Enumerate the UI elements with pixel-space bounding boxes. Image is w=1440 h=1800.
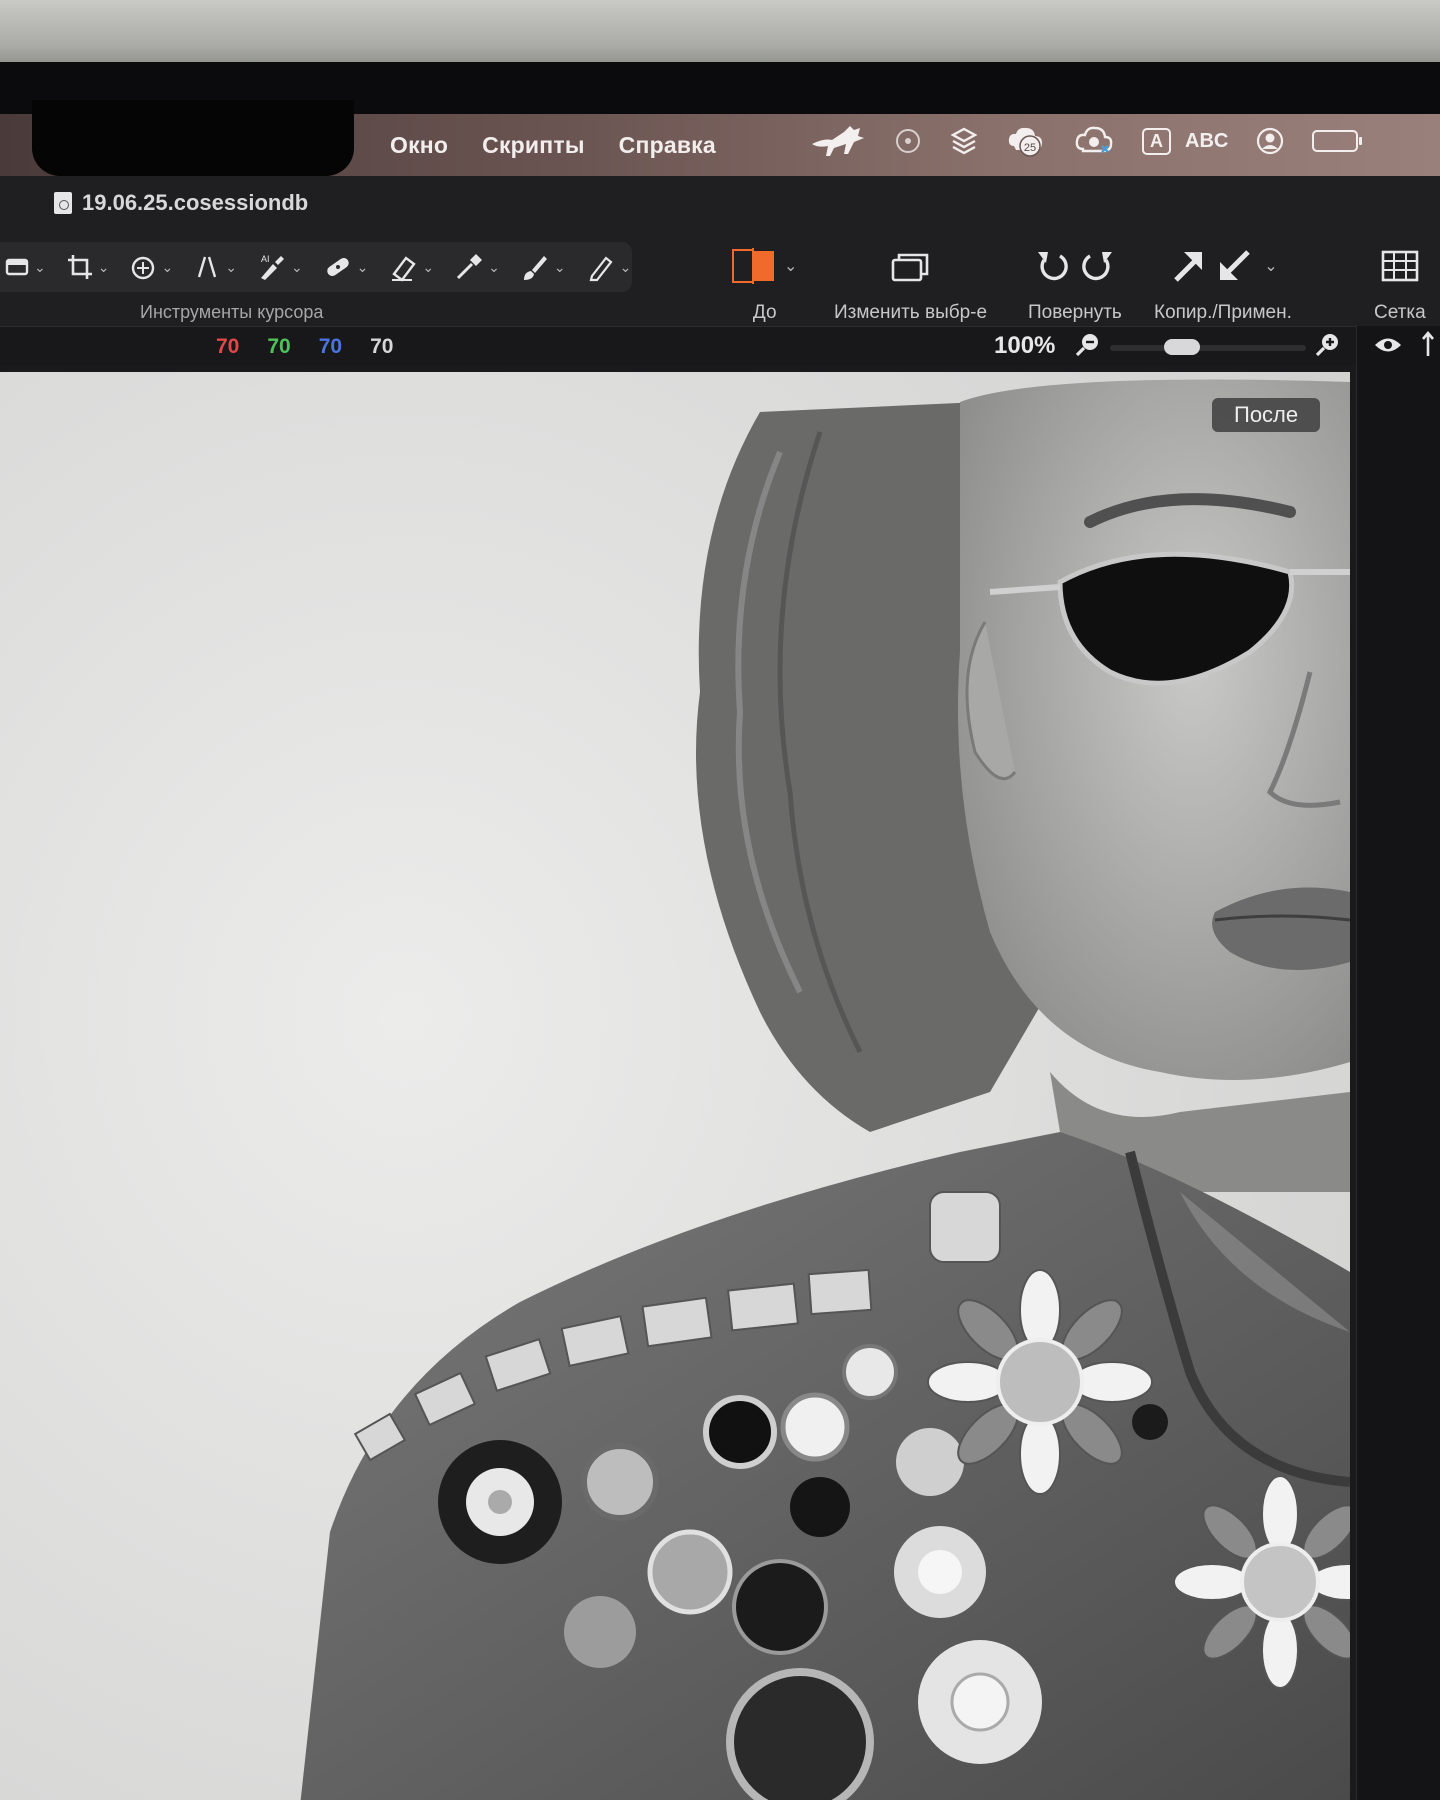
- arrow-up-icon[interactable]: [1421, 330, 1435, 365]
- camera-notch: [32, 100, 354, 176]
- before-after-button[interactable]: ⌄ До: [732, 240, 797, 324]
- layers-icon[interactable]: [950, 126, 978, 156]
- red-value: 70: [216, 335, 240, 358]
- info-bar: 70 70 70 70 100%: [0, 326, 1440, 367]
- battery-icon[interactable]: [1312, 130, 1363, 152]
- change-selection-button[interactable]: Изменить выбр-е: [834, 240, 987, 324]
- cloud-sync-icon[interactable]: [1074, 124, 1114, 158]
- input-source-label: ABC: [1185, 129, 1229, 152]
- stacked-windows-icon: [891, 253, 928, 282]
- menu-scripts[interactable]: Скрипты: [482, 132, 585, 159]
- change-selection-label: Изменить выбр-е: [834, 302, 988, 323]
- keystone-tool-icon[interactable]: ⌄: [193, 253, 237, 281]
- titlebar: 19.06.25.cosessiondb: [0, 176, 1440, 226]
- healing-tool-icon[interactable]: ⌄: [323, 252, 368, 282]
- right-panel-strip: [1356, 326, 1440, 1800]
- luma-value: 70: [370, 335, 394, 358]
- before-after-icon: [732, 248, 774, 284]
- notification-icon[interactable]: 25: [1006, 124, 1046, 158]
- chevron-down-icon[interactable]: ⌄: [784, 256, 797, 276]
- document-title-text: 19.06.25.cosessiondb: [82, 190, 309, 215]
- svg-text:AI: AI: [261, 254, 270, 264]
- rotate-left-icon[interactable]: [1032, 246, 1072, 286]
- rotate-tool-icon[interactable]: ⌄: [129, 253, 173, 281]
- eraser-tool-icon[interactable]: ⌄: [388, 252, 434, 282]
- copy-apply-buttons: ⌄ Копир./Примен.: [1154, 240, 1292, 324]
- document-title: 19.06.25.cosessiondb: [54, 190, 308, 216]
- green-value: 70: [267, 335, 291, 358]
- document-icon: [54, 192, 72, 214]
- color-readout: 70 70 70 70: [216, 335, 421, 359]
- cursor-tools-label: Инструменты курсора: [140, 302, 324, 322]
- crop-tool-icon[interactable]: ⌄: [66, 253, 109, 281]
- eye-icon[interactable]: [1373, 334, 1403, 363]
- capture-one-window: 19.06.25.cosessiondb ⌄ ⌄ ⌄ ⌄ AI ⌄ ⌄ ⌄ ⌄ ⌄: [0, 176, 1440, 1800]
- apply-arrow-icon[interactable]: [1214, 246, 1254, 286]
- menu-window[interactable]: Окно: [390, 132, 448, 159]
- user-account-icon[interactable]: [1256, 127, 1284, 155]
- rotate-right-icon[interactable]: [1078, 246, 1118, 286]
- main-toolbar: ⌄ ⌄ ⌄ ⌄ AI ⌄ ⌄ ⌄ ⌄ ⌄ ⌄ Инструменты курсор…: [0, 226, 1440, 326]
- chevron-down-icon[interactable]: ⌄: [1264, 256, 1277, 276]
- ai-brush-icon[interactable]: AI ⌄: [257, 252, 303, 282]
- portrait-image: [0, 372, 1350, 1800]
- image-viewer[interactable]: После: [0, 366, 1356, 1800]
- rotate-label: Повернуть: [1028, 302, 1122, 323]
- before-after-label: До: [752, 302, 777, 323]
- brush-tool-icon[interactable]: ⌄: [520, 252, 566, 282]
- menu-help[interactable]: Справка: [619, 132, 716, 159]
- grid-label: Сетка: [1374, 302, 1426, 323]
- copy-apply-label: Копир./Примен.: [1154, 302, 1292, 323]
- grid-button[interactable]: Сетка: [1374, 240, 1426, 324]
- zoom-level[interactable]: 100%: [994, 332, 1055, 360]
- circle-status-icon[interactable]: [894, 127, 922, 155]
- grid-icon: [1381, 250, 1419, 282]
- after-label-badge: После: [1212, 398, 1321, 432]
- blue-value: 70: [318, 335, 343, 358]
- copy-arrow-icon[interactable]: [1168, 246, 1208, 286]
- photo[interactable]: После: [0, 372, 1350, 1800]
- zoom-out-icon[interactable]: [1074, 331, 1102, 366]
- zoom-slider-thumb[interactable]: [1164, 339, 1200, 355]
- rotate-buttons: Повернуть: [1028, 240, 1122, 324]
- pen-tool-icon[interactable]: ⌄: [586, 252, 631, 282]
- eyedropper-tool-icon[interactable]: ⌄: [454, 252, 500, 282]
- notification-badge-text: 25: [1024, 142, 1036, 154]
- select-tool[interactable]: ⌄: [4, 254, 46, 280]
- animal-app-icon[interactable]: [810, 124, 866, 158]
- input-source-box: A: [1142, 127, 1171, 155]
- zoom-slider-track[interactable]: [1110, 345, 1306, 351]
- zoom-in-icon[interactable]: [1314, 331, 1342, 366]
- cursor-tools-group: ⌄ ⌄ ⌄ ⌄ AI ⌄ ⌄ ⌄ ⌄ ⌄ ⌄: [0, 242, 632, 292]
- input-source-indicator[interactable]: A ABC: [1142, 127, 1229, 155]
- status-icons: 25 A ABC: [810, 124, 1386, 158]
- menu-items: Окно Скрипты Справка: [390, 132, 750, 159]
